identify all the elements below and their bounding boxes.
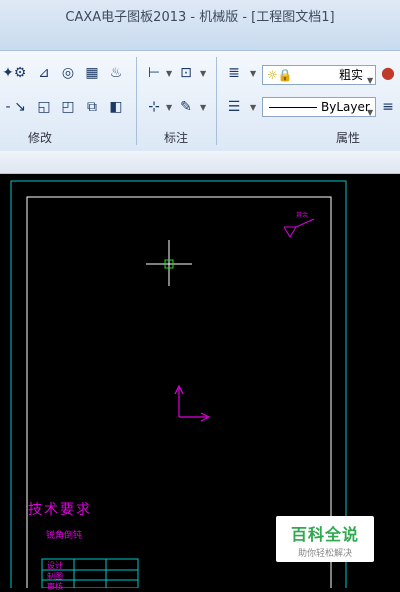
linewidth-icon[interactable]: ☰ [226,99,242,115]
tech-requirements-item: 锐角倒钝 [46,531,83,541]
fillet-icon[interactable]: ◰ [60,99,76,115]
watermark-logo: 百科全说 助你轻松解决 [276,516,374,562]
chevron-down-icon[interactable]: ▼ [200,103,206,112]
chamfer-icon[interactable]: ⧉ [84,99,100,115]
crosshair-cursor [146,240,192,286]
document-tab-strip [0,151,400,174]
group-separator [136,57,137,145]
chevron-down-icon[interactable]: ▼ [166,69,172,78]
group-separator [216,57,217,145]
layer-select[interactable]: ☼🔒 粗实 ▼ [262,65,376,85]
ucs-axis-icon [174,384,211,422]
coordinate-dimension-icon[interactable]: ⊡ [178,65,194,81]
linewidth-value: 粗实 [339,68,364,82]
line-weight-icon[interactable]: ≡ [380,99,396,115]
window-title: CAXA电子图板2013 - 机械版 - [工程图文档1] [65,10,335,25]
array-icon[interactable]: ▦ [84,65,100,81]
rotate-icon[interactable]: ◎ [60,65,76,81]
roughness-label: 其余 [296,212,309,219]
chevron-down-icon: ▼ [367,76,374,85]
group-label-dimension: 标注 [164,131,189,145]
watermark-line2: 助你轻松解决 [297,549,352,559]
lightbulb-icon: ☼ [267,68,278,82]
linear-dimension-icon[interactable]: ⊢ [146,65,162,81]
title-block-check: 审核 [47,582,63,591]
chevron-down-icon: ▼ [367,108,374,117]
color-palette-icon[interactable]: ● [380,65,396,81]
ribbon: ✦ ⚙ ⊿ ◎ ▦ ♨ - ↘ ◱ ◰ ⧉ ◧ 修改 ⊢ ▼ ⊡ ▼ ⊹ ▼ ✎… [0,50,400,152]
tolerance-icon[interactable]: ⊹ [146,99,162,115]
chevron-down-icon[interactable]: ▼ [250,103,256,112]
roughness-symbol [283,218,315,238]
rotate-copy-icon[interactable]: ⚙ [12,65,28,81]
linetype-value: ByLayer [321,100,370,114]
chevron-down-icon[interactable]: ▼ [166,103,172,112]
scale-icon[interactable]: ◱ [36,99,52,115]
group-label-modify: 修改 [28,131,53,145]
title-bar: CAXA电子图板2013 - 机械版 - [工程图文档1] [0,0,400,50]
chevron-down-icon[interactable]: ▼ [200,69,206,78]
layer-icon[interactable]: ≣ [226,65,242,81]
lock-icon: 🔒 [277,68,293,82]
watermark-line1: 百科全说 [290,525,359,544]
mirror-icon[interactable]: ⊿ [36,65,52,81]
chevron-down-icon[interactable]: ▼ [250,69,256,78]
trim-icon[interactable]: ↘ [12,99,28,115]
stretch-icon[interactable]: ♨ [108,65,124,81]
text-annotation-icon[interactable]: ✎ [178,99,194,115]
linetype-select[interactable]: ByLayer ▼ [262,97,376,117]
linetype-preview [269,107,317,108]
group-label-properties: 属性 [336,131,361,145]
tech-requirements-title: 技术要求 [28,502,92,518]
title-block-design: 设计 [47,561,63,570]
explode-icon[interactable]: ◧ [108,99,124,115]
